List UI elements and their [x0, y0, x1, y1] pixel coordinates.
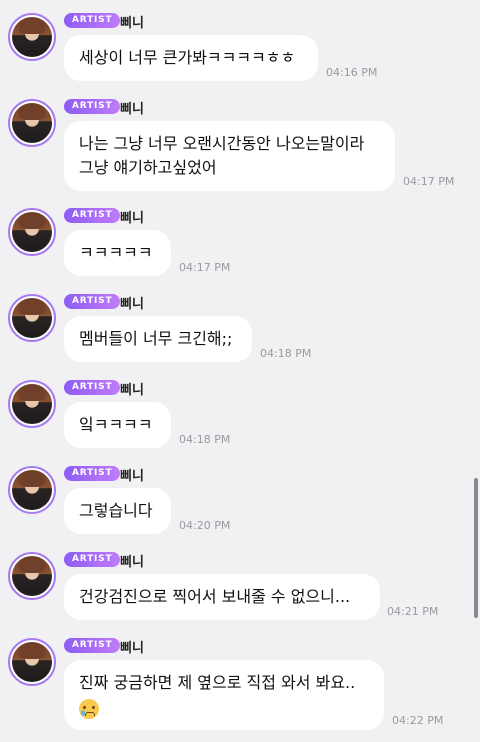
avatar-image: [12, 17, 52, 57]
sender-name: 삐니: [120, 297, 144, 312]
message-text: 멤버들이 너무 크긴해;;: [79, 329, 233, 348]
message-text: 그렇습니다: [79, 501, 153, 520]
message-time: 04:21 PM: [387, 605, 439, 618]
sender-name: 삐니: [120, 469, 144, 484]
sender-name: 삐니: [120, 383, 144, 398]
avatar-image: [12, 212, 52, 252]
sender-name: 삐니: [120, 555, 144, 570]
avatar-image: [12, 103, 52, 143]
message-text: 그냥 얘기하고싶었어: [79, 158, 217, 177]
message-bubble[interactable]: 멤버들이 너무 크긴해;;: [64, 316, 252, 362]
message-bubble[interactable]: 그렇습니다: [64, 488, 171, 534]
sender-name: 삐니: [120, 102, 144, 117]
message-time: 04:22 PM: [392, 714, 444, 727]
artist-badge: ARTIST: [64, 208, 121, 223]
sender-name: 삐니: [120, 641, 144, 656]
message-time: 04:18 PM: [260, 347, 312, 360]
tear-drop: [81, 709, 85, 716]
avatar[interactable]: [8, 638, 56, 686]
artist-badge: ARTIST: [64, 638, 121, 653]
message-bubble[interactable]: 진짜 궁금하면 제 옆으로 직접 와서 봐요..: [64, 660, 384, 730]
message-bubble[interactable]: 건강검진으로 찍어서 보내줄 수 없으니...: [64, 574, 380, 620]
sender-name: 삐니: [120, 211, 144, 226]
message-time: 04:18 PM: [179, 433, 231, 446]
avatar[interactable]: [8, 466, 56, 514]
avatar[interactable]: [8, 552, 56, 600]
message-time: 04:16 PM: [326, 66, 378, 79]
avatar-image: [12, 384, 52, 424]
artist-badge: ARTIST: [64, 294, 121, 309]
avatar-image: [12, 470, 52, 510]
message-text: 나는 그냥 너무 오랜시간동안 나오는말이라: [79, 134, 365, 153]
message-time: 04:17 PM: [179, 261, 231, 274]
avatar[interactable]: [8, 294, 56, 342]
message-bubble[interactable]: 잌ㅋㅋㅋㅋ: [64, 402, 171, 448]
artist-badge: ARTIST: [64, 466, 121, 481]
crying-smile-emoji: [79, 698, 99, 719]
message-text: ㅋㅋㅋㅋㅋ: [79, 243, 153, 262]
avatar[interactable]: [8, 13, 56, 61]
message-text: 진짜 궁금하면 제 옆으로 직접 와서 봐요..: [79, 673, 356, 692]
message-text: 세상이 너무 큰가봐ㅋㅋㅋㅋㅎㅎ: [79, 48, 296, 67]
avatar[interactable]: [8, 208, 56, 256]
message-time: 04:17 PM: [403, 175, 455, 188]
message-bubble[interactable]: 나는 그냥 너무 오랜시간동안 나오는말이라 그냥 얘기하고싶었어: [64, 121, 395, 191]
artist-badge: ARTIST: [64, 13, 121, 28]
avatar-image: [12, 642, 52, 682]
message-time: 04:20 PM: [179, 519, 231, 532]
message-bubble[interactable]: 세상이 너무 큰가봐ㅋㅋㅋㅋㅎㅎ: [64, 35, 318, 81]
avatar-image: [12, 556, 52, 596]
message-bubble[interactable]: ㅋㅋㅋㅋㅋ: [64, 230, 171, 276]
scrollbar[interactable]: [474, 478, 478, 618]
message-text: 건강검진으로 찍어서 보내줄 수 없으니...: [79, 587, 351, 606]
avatar[interactable]: [8, 380, 56, 428]
avatar[interactable]: [8, 99, 56, 147]
artist-badge: ARTIST: [64, 552, 121, 567]
artist-badge: ARTIST: [64, 380, 121, 395]
sender-name: 삐니: [120, 16, 144, 31]
artist-badge: ARTIST: [64, 99, 121, 114]
avatar-image: [12, 298, 52, 338]
message-text: 잌ㅋㅋㅋㅋ: [79, 415, 153, 434]
